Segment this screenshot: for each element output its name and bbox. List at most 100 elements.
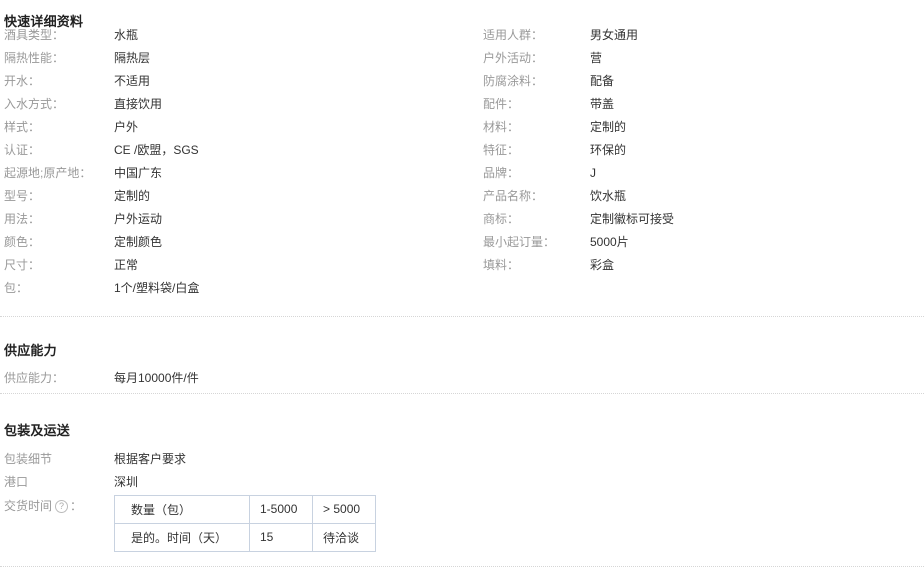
- attribute-row: 产品名称： 饮水瓶: [483, 185, 913, 208]
- table-cell: 1-5000: [249, 494, 313, 524]
- attribute-row: 包： 1个/塑料袋/白盒: [4, 277, 464, 300]
- table-cell: 是的。时间（天）: [114, 522, 250, 552]
- attribute-value: 环保的: [590, 143, 627, 157]
- attribute-row: 样式： 户外: [4, 116, 464, 139]
- attribute-value: 正常: [114, 258, 139, 272]
- attribute-label: 填料：: [483, 258, 520, 272]
- attribute-label: 入水方式：: [4, 97, 65, 111]
- attribute-value: 直接饮用: [114, 97, 163, 111]
- lead-time-label-suffix: ：: [70, 498, 83, 513]
- port-label: 港口: [4, 474, 29, 489]
- attribute-value: J: [590, 166, 596, 180]
- attribute-label: 尺寸：: [4, 258, 41, 272]
- attribute-row: 开水： 不适用: [4, 70, 464, 93]
- attribute-label: 供应能力：: [4, 370, 65, 385]
- lead-time-label-text: 交货时间: [4, 498, 53, 513]
- table-row: 数量（包） 1-5000 > 5000: [114, 494, 376, 524]
- quick-details-right-column: 适用人群： 男女通用 户外活动： 营 防腐涂料： 配备 配件： 带盖 材料： 定…: [483, 24, 913, 277]
- packaging-detail-value: 根据客户要求: [114, 451, 187, 466]
- attribute-label: 商标：: [483, 212, 520, 226]
- attribute-label: 隔热性能：: [4, 51, 65, 65]
- attribute-label: 酒具类型：: [4, 28, 65, 42]
- attribute-value: 彩盒: [590, 258, 615, 272]
- attribute-row: 适用人群： 男女通用: [483, 24, 913, 47]
- attribute-row: 材料： 定制的: [483, 116, 913, 139]
- packaging-delivery-title: 包装及运送: [4, 422, 71, 438]
- attribute-row: 配件： 带盖: [483, 93, 913, 116]
- packaging-detail-label: 包装细节: [4, 451, 53, 466]
- product-detail-panel: 快速详细资料 酒具类型： 水瓶 隔热性能： 隔热层 开水： 不适用 入水方式： …: [0, 0, 924, 573]
- attribute-value: 户外运动: [114, 212, 163, 226]
- attribute-value: 定制颜色: [114, 235, 163, 249]
- lead-time-table: 数量（包） 1-5000 > 5000 是的。时间（天） 15 待洽谈: [114, 494, 376, 552]
- attribute-value: 1个/塑料袋/白盒: [114, 281, 200, 295]
- section-divider: [0, 393, 924, 394]
- attribute-value: 不适用: [114, 74, 151, 88]
- attribute-value: 隔热层: [114, 51, 151, 65]
- attribute-label: 品牌：: [483, 166, 520, 180]
- attribute-row: 户外活动： 营: [483, 47, 913, 70]
- supply-capacity-title: 供应能力: [4, 342, 57, 358]
- packaging-detail-row: 包装细节 根据客户要求: [4, 448, 804, 471]
- attribute-label: 起源地;原产地：: [4, 166, 92, 180]
- attribute-row: 商标： 定制徽标可接受: [483, 208, 913, 231]
- table-cell: 数量（包）: [114, 494, 250, 524]
- attribute-value: 饮水瓶: [590, 189, 627, 203]
- attribute-label: 型号：: [4, 189, 41, 203]
- attribute-value: 水瓶: [114, 28, 139, 42]
- section-divider: [0, 566, 924, 567]
- attribute-label: 材料：: [483, 120, 520, 134]
- attribute-value: 男女通用: [590, 28, 639, 42]
- supply-capacity-section: 供应能力 供应能力： 每月10000件/件: [4, 332, 504, 390]
- attribute-label: 颜色：: [4, 235, 41, 249]
- quick-details-left-column: 酒具类型： 水瓶 隔热性能： 隔热层 开水： 不适用 入水方式： 直接饮用 样式…: [4, 24, 464, 300]
- attribute-label: 开水：: [4, 74, 41, 88]
- lead-time-label: 交货时间 ? ：: [4, 495, 114, 518]
- attribute-row: 型号： 定制的: [4, 185, 464, 208]
- attribute-label: 配件：: [483, 97, 520, 111]
- attribute-row: 特征： 环保的: [483, 139, 913, 162]
- attribute-value: 户外: [114, 120, 139, 134]
- attribute-value: 定制徽标可接受: [590, 212, 675, 226]
- question-mark-icon[interactable]: ?: [55, 499, 69, 513]
- attribute-label: 产品名称：: [483, 189, 544, 203]
- attribute-value: 带盖: [590, 97, 615, 111]
- lead-time-block: 交货时间 ? ： 数量（包） 1-5000 > 5000 是的。时间（天） 15…: [4, 494, 804, 552]
- attribute-value: 定制的: [114, 189, 151, 203]
- attribute-value: CE /欧盟，SGS: [114, 143, 199, 157]
- table-cell: 15: [249, 522, 313, 552]
- attribute-row: 酒具类型： 水瓶: [4, 24, 464, 47]
- attribute-label: 认证：: [4, 143, 41, 157]
- attribute-row: 供应能力： 每月10000件/件: [4, 367, 504, 390]
- attribute-value: 每月10000件/件: [114, 370, 199, 385]
- attribute-row: 防腐涂料： 配备: [483, 70, 913, 93]
- attribute-value: 营: [590, 51, 603, 65]
- attribute-label: 特征：: [483, 143, 520, 157]
- section-divider: [0, 316, 924, 317]
- attribute-label: 包：: [4, 281, 29, 295]
- attribute-row: 品牌： J: [483, 162, 913, 185]
- attribute-value: 定制的: [590, 120, 627, 134]
- attribute-label: 适用人群：: [483, 28, 544, 42]
- attribute-row: 认证： CE /欧盟，SGS: [4, 139, 464, 162]
- attribute-row: 尺寸： 正常: [4, 254, 464, 277]
- table-cell: 待洽谈: [312, 522, 376, 552]
- attribute-row: 入水方式： 直接饮用: [4, 93, 464, 116]
- attribute-value: 5000片: [590, 235, 629, 249]
- attribute-label: 户外活动：: [483, 51, 544, 65]
- packaging-delivery-section: 包装及运送 包装细节 根据客户要求 港口 深圳 交货时间 ? ： 数量（包） 1…: [4, 412, 804, 552]
- attribute-row: 用法： 户外运动: [4, 208, 464, 231]
- attribute-row: 颜色： 定制颜色: [4, 231, 464, 254]
- port-row: 港口 深圳: [4, 471, 804, 494]
- port-value: 深圳: [114, 474, 139, 489]
- attribute-row: 填料： 彩盒: [483, 254, 913, 277]
- table-row: 是的。时间（天） 15 待洽谈: [114, 522, 376, 552]
- attribute-row: 最小起订量： 5000片: [483, 231, 913, 254]
- table-cell: > 5000: [312, 494, 376, 524]
- attribute-value: 中国广东: [114, 166, 163, 180]
- attribute-row: 起源地;原产地： 中国广东: [4, 162, 464, 185]
- attribute-label: 防腐涂料：: [483, 74, 544, 88]
- attribute-label: 用法：: [4, 212, 41, 226]
- attribute-label: 最小起订量：: [483, 235, 556, 249]
- attribute-value: 配备: [590, 74, 615, 88]
